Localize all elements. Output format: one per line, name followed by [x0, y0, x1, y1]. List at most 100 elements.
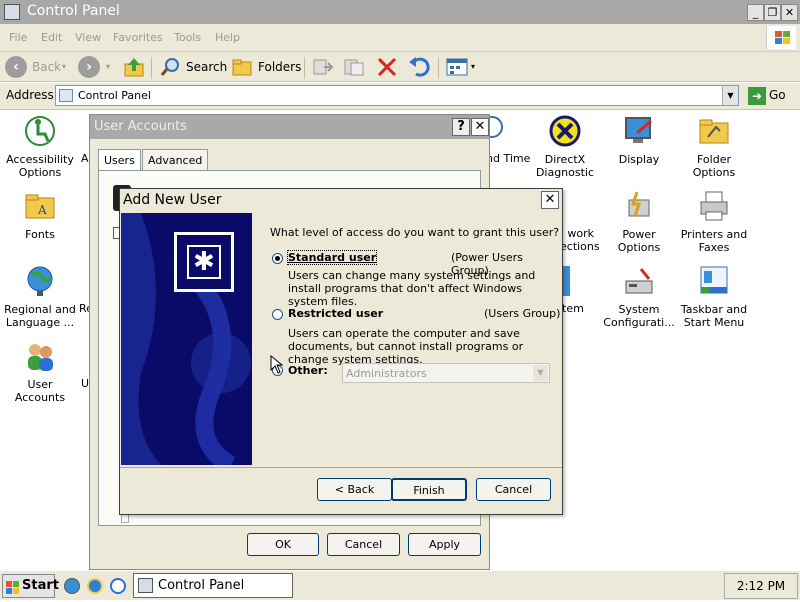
views-icon[interactable]: [446, 58, 468, 76]
cp-item-label: DirectX Diagnostic: [535, 153, 595, 179]
cp-item-regional[interactable]: Regional and Language ...: [1, 265, 79, 329]
partial-label: U: [81, 377, 90, 390]
cp-item-label: Accessibility Options: [6, 153, 74, 179]
cp-item-folder-options[interactable]: Folder Options: [675, 115, 753, 179]
standard-user-description: Users can change many system settings an…: [288, 269, 536, 308]
delete-icon[interactable]: [376, 56, 398, 78]
standard-user-label[interactable]: Standard user: [286, 250, 378, 265]
internet-explorer-icon[interactable]: [87, 578, 103, 594]
media-player-icon[interactable]: [110, 578, 126, 594]
cp-item-display[interactable]: Display: [600, 115, 678, 166]
other-group-select[interactable]: Administrators ▼: [342, 363, 550, 383]
control-panel-icon: [4, 4, 20, 20]
cp-item-user-accounts[interactable]: User Accounts: [1, 340, 79, 404]
forward-arrow-icon[interactable]: ›: [78, 56, 100, 78]
address-dropdown-icon[interactable]: ▼: [722, 86, 738, 105]
forward-dropdown-icon[interactable]: ▾: [106, 62, 110, 71]
cp-item-label: Printers and Faxes: [680, 228, 748, 254]
move-to-icon[interactable]: [312, 58, 334, 76]
close-icon[interactable]: ✕: [541, 191, 559, 209]
undo-icon[interactable]: [408, 56, 432, 78]
menu-tools[interactable]: Tools: [174, 31, 201, 44]
other-group-value: Administrators: [346, 367, 427, 380]
users-icon: [24, 340, 56, 372]
cp-item-printers[interactable]: Printers and Faxes: [675, 190, 753, 254]
finish-button[interactable]: Finish: [391, 478, 467, 501]
address-field[interactable]: Control Panel ▼: [55, 85, 739, 106]
display-icon: [623, 115, 655, 147]
cp-item-taskbar[interactable]: Taskbar and Start Menu: [675, 265, 753, 329]
standard-user-radio[interactable]: [272, 253, 283, 264]
taskbar-control-panel-button[interactable]: Control Panel: [133, 573, 293, 598]
help-button[interactable]: ?: [452, 118, 470, 136]
tab-users[interactable]: Users: [98, 149, 141, 171]
folders-icon[interactable]: [232, 58, 254, 76]
tab-advanced[interactable]: Advanced: [142, 149, 209, 171]
cp-item-label: Taskbar and Start Menu: [680, 303, 748, 329]
fonts-folder-icon: A: [24, 190, 56, 222]
menu-file[interactable]: File: [9, 31, 27, 44]
chevron-down-icon[interactable]: ▼: [533, 365, 548, 381]
add-new-user-title-bar[interactable]: Add New User ✕: [120, 189, 562, 212]
views-dropdown-icon[interactable]: ▾: [471, 62, 475, 71]
cp-item-fonts[interactable]: A Fonts: [1, 190, 79, 241]
folders-button[interactable]: Folders: [258, 60, 301, 74]
add-new-user-title: Add New User: [123, 192, 222, 208]
cp-item-directx[interactable]: DirectX Diagnostic: [526, 115, 604, 179]
ua-cancel-button[interactable]: Cancel: [327, 533, 400, 556]
taskbar-task-label: Control Panel: [158, 578, 245, 593]
cp-item-power[interactable]: Power Options: [600, 190, 678, 254]
dialog-divider: [120, 467, 562, 468]
close-icon[interactable]: ✕: [471, 118, 489, 136]
toolbar: ‹ Back ▾ › ▾ Search Folders ▾: [0, 52, 800, 82]
cp-item-label: System Configurati...: [603, 303, 675, 329]
address-bar: Address Control Panel ▼ ➜ Go: [0, 83, 800, 110]
address-label: Address: [6, 88, 54, 102]
taskbar-icon: [698, 265, 730, 297]
go-button[interactable]: Go: [769, 88, 786, 102]
cp-item-sysconfig[interactable]: System Configurati...: [600, 265, 678, 329]
minimize-button[interactable]: _: [747, 4, 764, 21]
menu-help[interactable]: Help: [215, 31, 240, 44]
copy-to-icon[interactable]: [343, 58, 365, 76]
back-dropdown-icon[interactable]: ▾: [62, 62, 66, 71]
menu-favorites[interactable]: Favorites: [113, 31, 163, 44]
back-arrow-icon[interactable]: ‹: [5, 56, 27, 78]
restore-button[interactable]: ❐: [764, 4, 781, 21]
directx-icon: [549, 115, 581, 147]
go-arrow-icon[interactable]: ➜: [748, 87, 766, 105]
address-value: Control Panel: [78, 89, 151, 102]
menu-bar: File Edit View Favorites Tools Help: [0, 24, 800, 52]
menu-view[interactable]: View: [75, 31, 101, 44]
search-icon[interactable]: [160, 57, 182, 77]
close-button[interactable]: ✕: [781, 4, 798, 21]
svg-text:A: A: [37, 203, 47, 217]
show-desktop-icon[interactable]: [64, 578, 80, 594]
cp-item-label-network[interactable]: work ections: [560, 227, 600, 253]
restricted-user-label[interactable]: Restricted user: [288, 307, 383, 320]
search-button[interactable]: Search: [186, 60, 227, 74]
ok-button[interactable]: OK: [247, 533, 319, 556]
menu-edit[interactable]: Edit: [41, 31, 62, 44]
start-button[interactable]: Start: [2, 574, 59, 598]
system-tray-clock[interactable]: 2:12 PM: [724, 573, 798, 599]
user-accounts-title-bar[interactable]: User Accounts ? ✕: [90, 115, 489, 139]
cancel-button[interactable]: Cancel: [476, 478, 551, 501]
back-button[interactable]: Back: [32, 60, 61, 74]
back-button[interactable]: < Back: [317, 478, 392, 501]
cp-item-label[interactable]: nd Time: [486, 152, 530, 165]
cp-item-label: Display: [618, 153, 660, 166]
globe-icon: [24, 265, 56, 297]
up-folder-icon[interactable]: [124, 56, 144, 78]
windows-logo-icon: [766, 26, 796, 49]
restricted-user-description: Users can operate the computer and save …: [288, 327, 524, 366]
restricted-user-radio[interactable]: [272, 309, 283, 320]
toolbar-separator: [438, 57, 439, 79]
cp-item-label: Fonts: [25, 228, 55, 241]
folder-options-icon: [698, 115, 730, 147]
cp-item-label-system[interactable]: tem: [562, 302, 584, 315]
cp-item-accessibility[interactable]: Accessibility Options: [1, 115, 79, 179]
title-bar[interactable]: Control Panel _ ❐ ✕: [0, 0, 800, 24]
apply-button[interactable]: Apply: [408, 533, 481, 556]
partial-label: A: [81, 152, 89, 165]
